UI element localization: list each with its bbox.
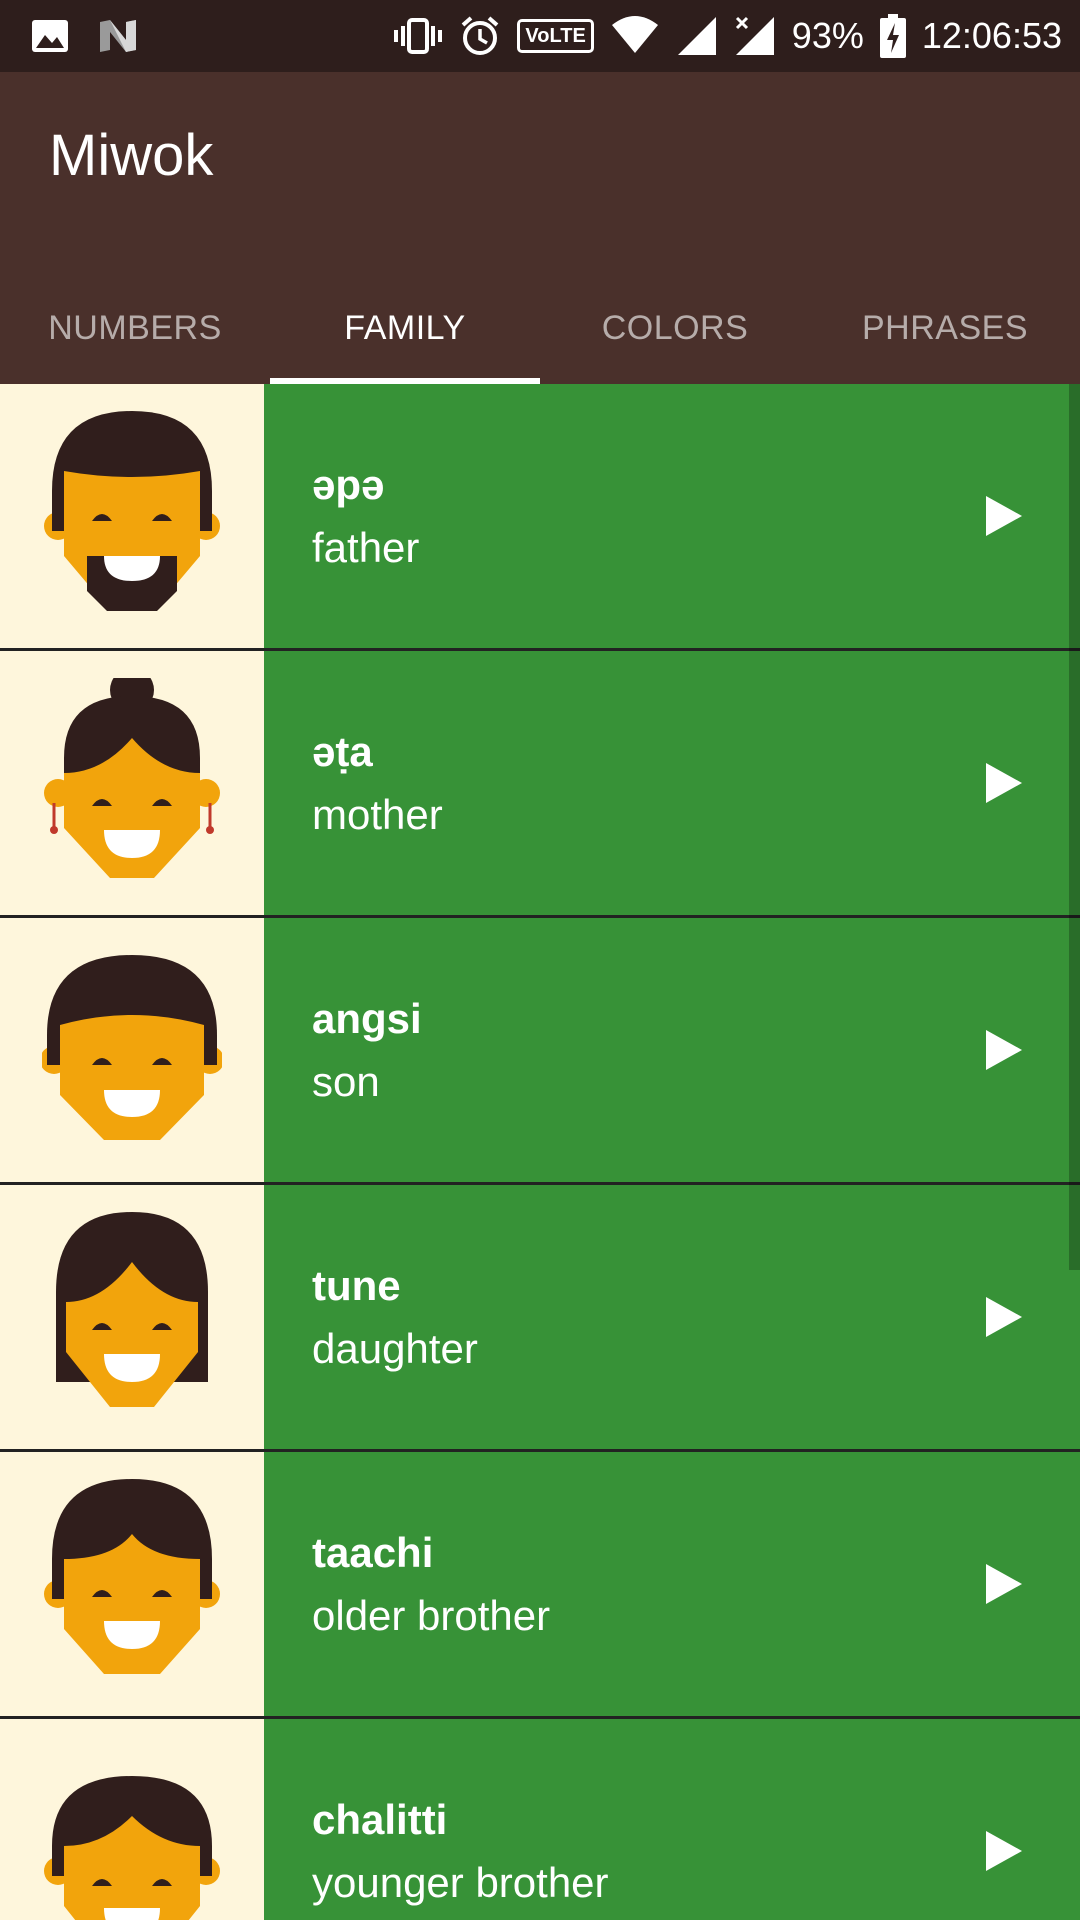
list-item-mother[interactable]: əṭa mother [0,651,1080,918]
english-word: older brother [312,1592,551,1639]
play-icon[interactable] [984,1295,1024,1339]
english-word: younger brother [312,1859,609,1906]
tab-bar: NUMBERS FAMILY COLORS PHRASES [0,272,1080,384]
alarm-icon [459,15,501,57]
signal-icon [676,15,718,57]
son-avatar-icon [42,955,222,1140]
image-icon [30,16,70,56]
miwok-word: angsi [312,995,422,1042]
app-bar: Miwok NUMBERS FAMILY COLORS PHRASES [0,72,1080,384]
daughter-avatar-icon [56,1212,208,1407]
status-bar: VoLTE 93% 12:06:53 [0,0,1080,72]
father-avatar-icon [44,411,220,611]
family-word-list[interactable]: əpə father əṭa mother angsi son tune dau… [0,384,1080,1920]
english-word: mother [312,791,443,838]
scrollbar[interactable] [1069,384,1080,1270]
miwok-word: chalitti [312,1796,448,1843]
battery-charging-icon [879,14,906,58]
play-icon[interactable] [984,761,1024,805]
app-title: Miwok [49,123,214,188]
miwok-word: taachi [312,1529,434,1576]
list-item-son[interactable]: angsi son [0,918,1080,1185]
tab-family[interactable]: FAMILY [270,272,540,384]
list-item-father[interactable]: əpə father [0,384,1080,651]
tab-numbers[interactable]: NUMBERS [0,272,270,384]
older-brother-avatar-icon [44,1479,220,1674]
english-word: son [312,1058,380,1105]
miwok-word: əpə [312,461,385,508]
signal-x-icon [734,15,776,57]
english-word: daughter [312,1325,478,1372]
play-icon[interactable] [984,1028,1024,1072]
miwok-word: əṭa [312,728,373,775]
wifi-icon [610,15,660,57]
clock: 12:06:53 [921,15,1062,56]
tab-colors[interactable]: COLORS [540,272,810,384]
play-icon[interactable] [984,1562,1024,1606]
n-logo-icon [96,16,140,56]
english-word: father [312,524,420,571]
volte-icon: VoLTE [517,19,594,53]
play-icon[interactable] [984,494,1024,538]
miwok-word: tune [312,1262,401,1309]
younger-brother-avatar-icon [44,1776,220,1920]
list-item-younger-brother[interactable]: chalitti younger brother [0,1719,1080,1920]
battery-percent: 93% [791,15,864,56]
mother-avatar-icon [44,678,220,878]
list-item-older-brother[interactable]: taachi older brother [0,1452,1080,1719]
tab-phrases[interactable]: PHRASES [810,272,1080,384]
play-icon[interactable] [984,1829,1024,1873]
vibrate-icon [393,16,443,56]
list-item-daughter[interactable]: tune daughter [0,1185,1080,1452]
